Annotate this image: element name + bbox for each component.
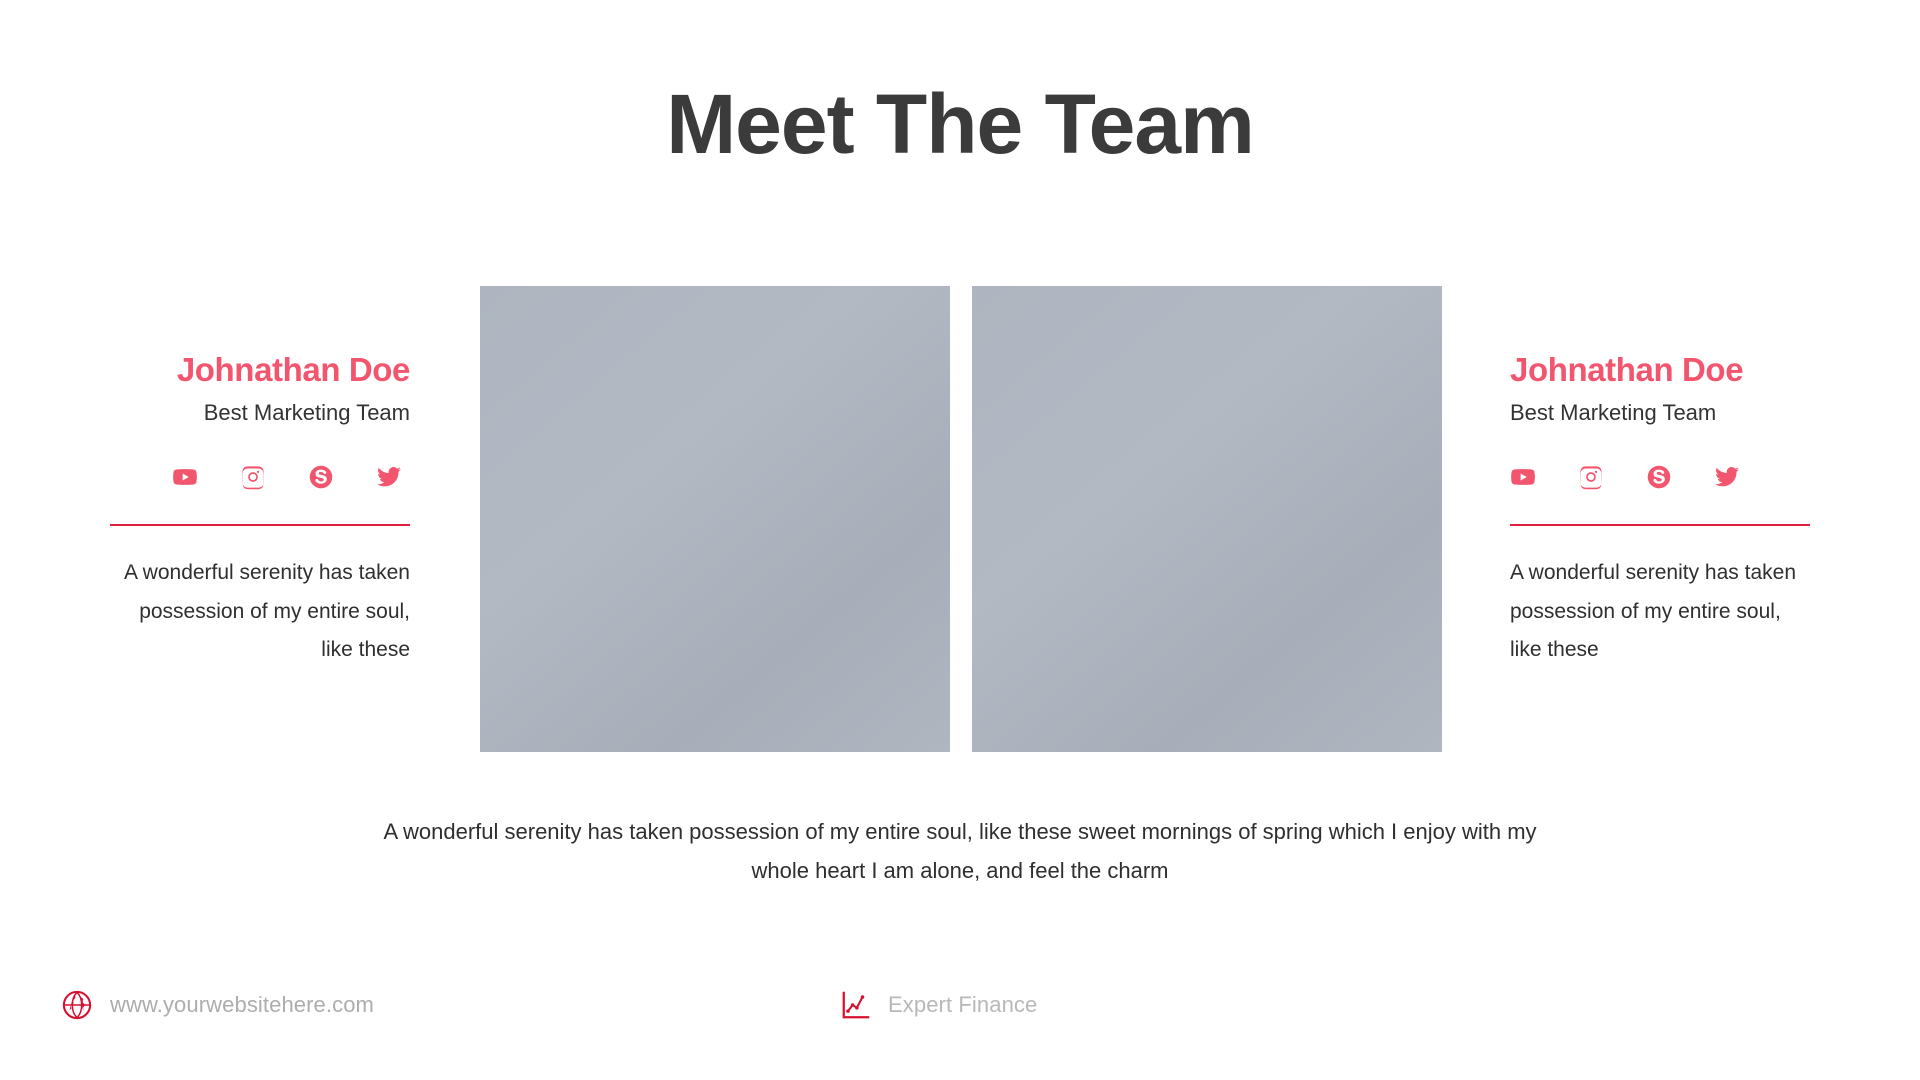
profile-role: Best Marketing Team — [203, 399, 410, 425]
youtube-icon[interactable] — [172, 464, 198, 490]
skype-icon[interactable] — [1646, 464, 1672, 490]
profile-card-left: Johnathan Doe Best Marketing Team A wond… — [110, 350, 410, 670]
profile-divider — [110, 524, 410, 527]
profile-card-right: Johnathan Doe Best Marketing Team A wond… — [1510, 350, 1810, 670]
footer-brand-label: Expert Finance — [888, 992, 1038, 1017]
globe-icon — [62, 990, 92, 1020]
profile-name: Johnathan Doe — [176, 351, 411, 388]
twitter-icon[interactable] — [1714, 464, 1740, 490]
twitter-icon[interactable] — [376, 464, 402, 490]
footer-website-label: www.yourwebsitehere.com — [110, 992, 374, 1017]
footer-website[interactable]: www.yourwebsitehere.com — [62, 990, 374, 1020]
profile-divider — [1510, 524, 1810, 527]
skype-icon[interactable] — [308, 464, 334, 490]
page-title: Meet The Team — [666, 77, 1255, 171]
slide-root: Meet The Team Johnathan Doe Best Marketi… — [0, 0, 1920, 1080]
social-links-right — [1510, 464, 1810, 490]
bottom-paragraph: A wonderful serenity has taken possessio… — [383, 819, 1537, 884]
profile-role: Best Marketing Team — [1510, 399, 1717, 425]
instagram-icon[interactable] — [240, 464, 266, 490]
social-links-left — [110, 464, 410, 490]
profile-name: Johnathan Doe — [1510, 351, 1744, 388]
line-chart-icon — [840, 990, 870, 1020]
footer-brand[interactable]: Expert Finance — [840, 990, 1037, 1020]
profile-body-text: A wonderful serenity has taken possessio… — [123, 561, 410, 662]
profile-body-text: A wonderful serenity has taken possessio… — [1510, 561, 1797, 662]
youtube-icon[interactable] — [1510, 464, 1536, 490]
team-photo-placeholder-2[interactable] — [972, 286, 1442, 752]
team-photo-placeholder-1[interactable] — [480, 286, 950, 752]
instagram-icon[interactable] — [1578, 464, 1604, 490]
